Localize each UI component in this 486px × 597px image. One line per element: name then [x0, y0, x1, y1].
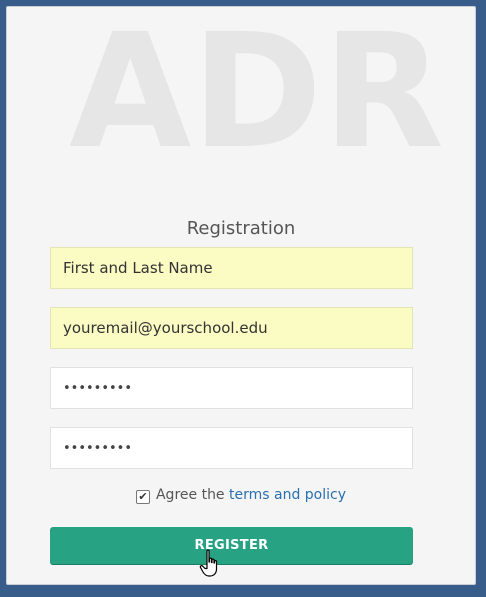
agree-row: ✔ Agree the terms and policy	[7, 487, 475, 504]
password-field[interactable]	[50, 367, 413, 409]
form-title: Registration	[186, 218, 296, 239]
registration-panel: ADR Registration ✔ Agree the terms and po…	[6, 6, 476, 585]
confirm-password-field[interactable]	[50, 427, 413, 469]
adr-watermark: ADR	[69, 6, 445, 184]
terms-link[interactable]: terms and policy	[229, 487, 346, 503]
agree-label: Agree the	[155, 487, 225, 503]
hand-cursor-icon	[199, 549, 218, 577]
email-field[interactable]	[50, 307, 413, 349]
name-field[interactable]	[50, 247, 413, 289]
agree-checkbox[interactable]: ✔	[135, 490, 150, 504]
register-button[interactable]: REGISTER	[50, 527, 413, 564]
